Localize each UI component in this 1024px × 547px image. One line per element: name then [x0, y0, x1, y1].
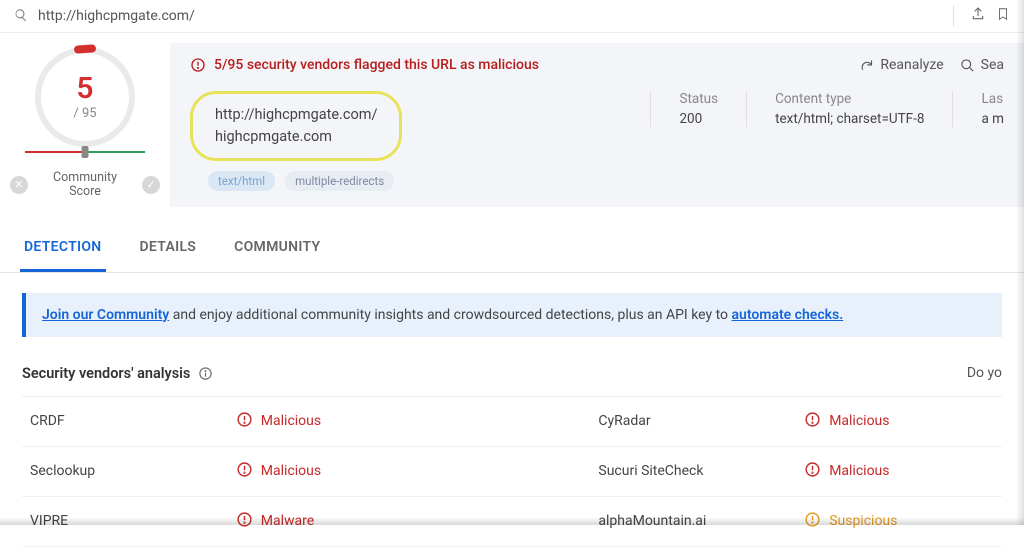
score-column: 5 / 95 ✕ Community Score ✓ [0, 33, 170, 217]
flag-actions: Reanalyze Sea [859, 57, 1004, 73]
flag-row: 5/95 security vendors flagged this URL a… [190, 57, 1004, 73]
url-line2: highcpmgate.com [215, 126, 377, 148]
tab-details[interactable]: DETAILS [136, 225, 201, 272]
share-icon[interactable] [970, 6, 986, 26]
alert-icon [804, 511, 821, 532]
summary-panel: 5 / 95 ✕ Community Score ✓ 5/95 security… [0, 33, 1024, 217]
tabs: DETECTION DETAILS COMMUNITY [0, 225, 1024, 273]
detection-count: 5 [76, 74, 93, 104]
meta-grid: Status 200 Content type text/html; chars… [650, 91, 1004, 127]
vendors-table: CRDFMaliciousCyRadarMaliciousSeclookupMa… [22, 397, 1002, 547]
table-row: SeclookupMaliciousSucuri SiteCheckMalici… [22, 446, 1002, 496]
vendor-name: Seclookup [22, 446, 228, 496]
refresh-icon [859, 58, 874, 73]
search-icon [14, 7, 28, 26]
check-icon[interactable]: ✓ [142, 176, 160, 194]
vendor-name: CRDF [22, 397, 228, 447]
alert-icon [804, 461, 821, 482]
vendors-section: Security vendors' analysis Do yo CRDFMal… [0, 357, 1024, 547]
vendors-heading-row: Security vendors' analysis Do yo [22, 357, 1002, 397]
vendor-verdict: Malicious [228, 446, 591, 496]
table-row: VIPREMalwarealphaMountain.aiSuspicious [22, 496, 1002, 546]
vendor-verdict: Malicious [228, 397, 591, 447]
flag-text: 5/95 security vendors flagged this URL a… [214, 57, 539, 73]
detection-total: / 95 [73, 106, 96, 121]
community-slider [25, 151, 145, 153]
vendor-verdict: Malicious [796, 397, 1002, 447]
community-banner: Join our Community and enjoy additional … [22, 293, 1002, 337]
community-score-label: Community Score [36, 171, 134, 199]
vendors-right-text: Do yo [967, 365, 1002, 381]
tab-community[interactable]: COMMUNITY [230, 225, 324, 272]
x-icon[interactable]: ✕ [10, 176, 28, 194]
alert-icon [190, 57, 206, 73]
tab-detection[interactable]: DETECTION [20, 225, 106, 272]
topbar [0, 0, 1024, 33]
meta-content-type: Content type text/html; charset=UTF-8 [775, 91, 924, 127]
detail-row: http://highcpmgate.com/ highcpmgate.com … [190, 91, 1004, 161]
community-score-row: ✕ Community Score ✓ [10, 171, 160, 199]
meta-status: Status 200 [679, 91, 718, 127]
reanalyze-button[interactable]: Reanalyze [859, 57, 943, 73]
vendor-verdict: Malware [228, 496, 591, 546]
meta-last: Las a m [981, 91, 1004, 127]
vendor-name: Sucuri SiteCheck [590, 446, 796, 496]
divider [953, 5, 954, 27]
vendor-verdict: Malicious [796, 446, 1002, 496]
info-column: 5/95 security vendors flagged this URL a… [170, 43, 1024, 207]
tag-row: text/html multiple-redirects [208, 171, 1004, 191]
banner-text: and enjoy additional community insights … [169, 307, 731, 323]
vendors-heading: Security vendors' analysis [22, 365, 190, 382]
flag-warning: 5/95 security vendors flagged this URL a… [190, 57, 539, 73]
search-icon [960, 58, 975, 73]
vendor-name: CyRadar [590, 397, 796, 447]
vendor-name: alphaMountain.ai [590, 496, 796, 546]
url-line1: http://highcpmgate.com/ [215, 104, 377, 126]
alert-icon [236, 411, 253, 432]
automate-checks-link[interactable]: automate checks. [732, 307, 844, 323]
bookmark-icon[interactable] [996, 5, 1010, 27]
search-button[interactable]: Sea [960, 57, 1004, 73]
alert-icon [236, 461, 253, 482]
alert-icon [236, 511, 253, 532]
join-community-link[interactable]: Join our Community [42, 307, 169, 323]
tag-redirects[interactable]: multiple-redirects [285, 171, 394, 191]
url-input[interactable] [38, 8, 937, 24]
vendor-verdict: Suspicious [796, 496, 1002, 546]
alert-icon [804, 411, 821, 432]
tag-texthtml[interactable]: text/html [208, 171, 275, 191]
info-icon[interactable] [198, 366, 213, 381]
vendor-name: VIPRE [22, 496, 228, 546]
table-row: CRDFMaliciousCyRadarMalicious [22, 397, 1002, 447]
url-card: http://highcpmgate.com/ highcpmgate.com [190, 91, 402, 161]
detection-donut: 5 / 95 [35, 47, 135, 147]
